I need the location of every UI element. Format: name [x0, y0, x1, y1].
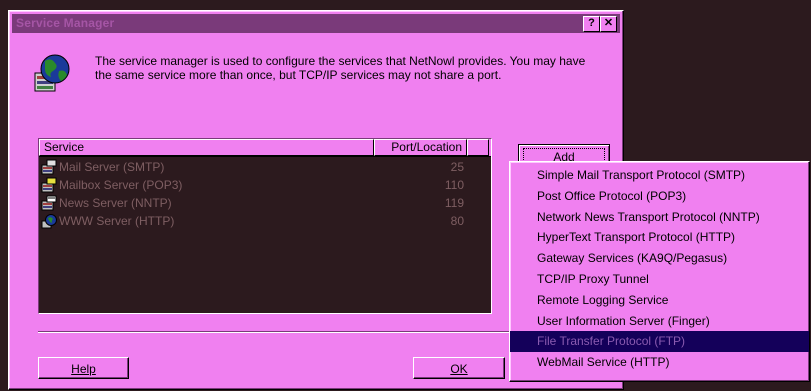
- menu-item-gateway[interactable]: Gateway Services (KA9Q/Pegasus): [510, 248, 809, 269]
- ok-button-label: OK: [450, 362, 468, 376]
- menu-item-ftp[interactable]: File Transfer Protocol (FTP): [510, 331, 809, 353]
- menu-item-finger[interactable]: User Information Server (Finger): [510, 311, 809, 332]
- menu-item-proxy-tunnel[interactable]: TCP/IP Proxy Tunnel: [510, 269, 809, 290]
- help-icon[interactable]: ?: [583, 16, 600, 32]
- description-text: The service manager is used to configure…: [95, 54, 586, 82]
- list-item[interactable]: Mail Server (SMTP) 25: [41, 158, 489, 176]
- menu-item-webmail[interactable]: WebMail Service (HTTP): [510, 352, 809, 373]
- help-button[interactable]: Help: [38, 357, 129, 379]
- globe-icon: [34, 54, 70, 92]
- ok-button[interactable]: OK: [413, 357, 505, 379]
- menu-item-remote-logging[interactable]: Remote Logging Service: [510, 290, 809, 311]
- mailbox-server-icon: [41, 177, 57, 193]
- news-server-icon: [41, 195, 57, 211]
- service-port: 80: [450, 214, 464, 228]
- mail-server-icon: [41, 159, 57, 175]
- service-name: Mail Server (SMTP): [59, 160, 165, 174]
- menu-item-pop3[interactable]: Post Office Protocol (POP3): [510, 186, 809, 207]
- column-header-blank[interactable]: [467, 139, 489, 156]
- title-bar[interactable]: Service Manager ? ✕: [12, 14, 620, 33]
- list-item[interactable]: News Server (NNTP) 119: [41, 194, 489, 212]
- close-icon[interactable]: ✕: [600, 16, 617, 32]
- services-list[interactable]: Service Port/Location Mail Server (SMTP)…: [38, 138, 492, 314]
- service-name: Mailbox Server (POP3): [59, 178, 183, 192]
- menu-item-smtp[interactable]: Simple Mail Transport Protocol (SMTP): [510, 165, 809, 186]
- column-header-service[interactable]: Service: [39, 139, 374, 156]
- service-name: WWW Server (HTTP): [59, 214, 175, 228]
- menu-item-nntp[interactable]: Network News Transport Protocol (NNTP): [510, 207, 809, 228]
- window-title: Service Manager: [16, 16, 115, 30]
- list-item[interactable]: Mailbox Server (POP3) 110: [41, 176, 489, 194]
- menu-item-http[interactable]: HyperText Transport Protocol (HTTP): [510, 227, 809, 248]
- service-port: 110: [444, 178, 464, 192]
- list-header: Service Port/Location: [39, 139, 491, 157]
- www-server-icon: [41, 214, 57, 229]
- service-port: 25: [450, 160, 464, 174]
- list-item[interactable]: WWW Server (HTTP) 80: [41, 212, 489, 230]
- column-header-port[interactable]: Port/Location: [374, 139, 467, 156]
- service-name: News Server (NNTP): [59, 196, 172, 210]
- service-port: 119: [444, 196, 464, 210]
- help-button-label: Help: [71, 362, 96, 376]
- add-service-menu: Simple Mail Transport Protocol (SMTP) Po…: [509, 161, 810, 382]
